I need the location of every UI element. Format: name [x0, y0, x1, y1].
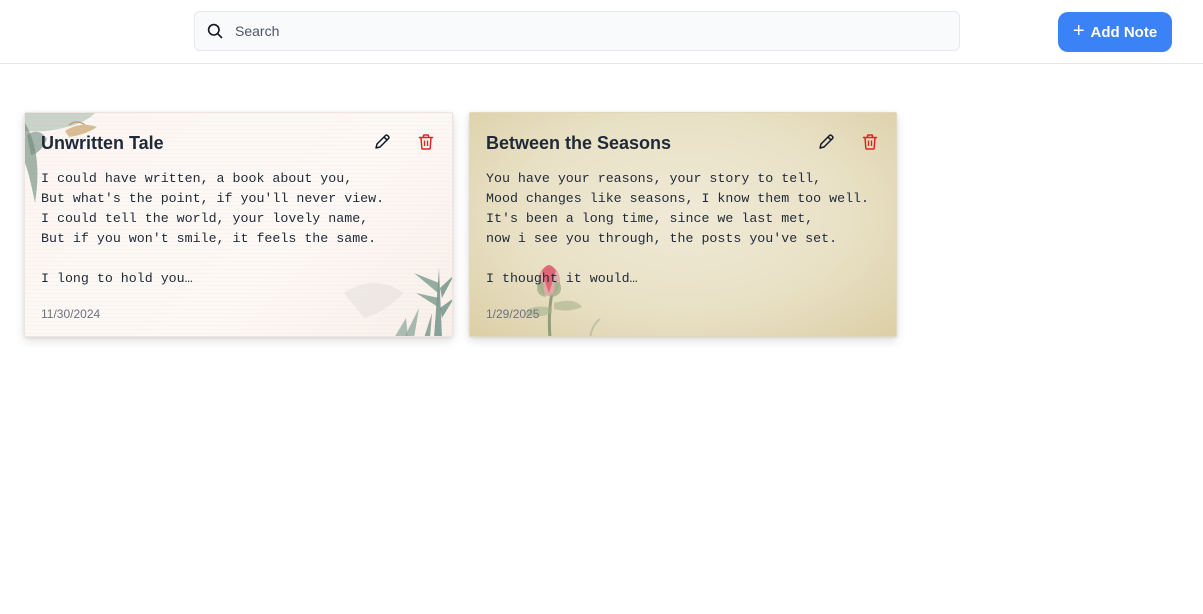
search-icon — [207, 23, 223, 39]
note-title: Unwritten Tale — [41, 133, 164, 153]
pencil-icon — [375, 134, 390, 149]
note-card[interactable]: Unwritten Tale I could have written, a b… — [24, 112, 453, 337]
top-bar: + Add Note — [0, 0, 1203, 64]
search-bar[interactable] — [194, 11, 960, 51]
add-note-button[interactable]: + Add Note — [1058, 12, 1172, 52]
note-preview: I could have written, a book about you, … — [41, 171, 385, 286]
trash-icon — [862, 134, 878, 150]
pencil-icon — [819, 134, 834, 149]
edit-note-button[interactable] — [370, 130, 394, 154]
note-card[interactable]: Between the Seasons You have your reason… — [469, 112, 897, 337]
delete-note-button[interactable] — [858, 130, 882, 154]
plus-icon: + — [1072, 20, 1085, 42]
note-date: 1/29/2025 — [486, 307, 540, 321]
note-preview: You have your reasons, your story to tel… — [486, 171, 870, 286]
note-date: 11/30/2024 — [41, 307, 101, 321]
edit-note-button[interactable] — [814, 130, 838, 154]
add-note-label: Add Note — [1090, 23, 1158, 41]
search-input[interactable] — [235, 12, 959, 50]
note-title: Between the Seasons — [486, 133, 672, 153]
delete-note-button[interactable] — [414, 130, 438, 154]
trash-icon — [418, 134, 434, 150]
